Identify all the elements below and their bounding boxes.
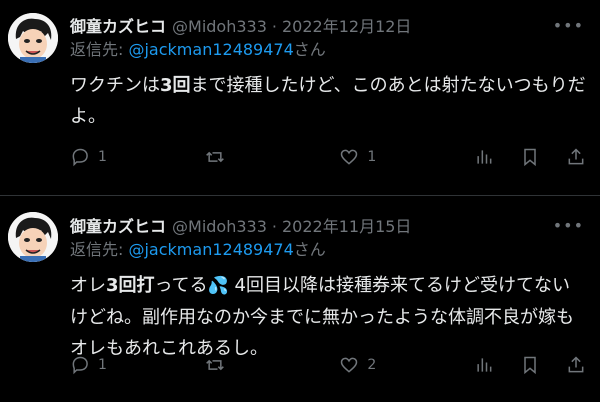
share-button[interactable] (566, 147, 586, 167)
sweat-drops-emoji: 💦 (207, 276, 229, 296)
reply-prefix: 返信先: (70, 240, 129, 259)
retweet-button[interactable] (205, 355, 245, 375)
bookmark-icon (524, 356, 536, 375)
retweet-button[interactable] (205, 147, 245, 167)
share-icon (568, 148, 584, 165)
share-icon (568, 356, 584, 373)
bookmark-button[interactable] (520, 355, 540, 375)
tweet-text-bold: 3回 (160, 75, 191, 96)
avatar[interactable] (8, 212, 58, 262)
action-bar: 1 1 (70, 147, 586, 167)
reply-context: 返信先: @jackman12489474さん (70, 38, 586, 62)
more-icon[interactable]: ••• (553, 216, 584, 235)
separator-dot: · (271, 17, 277, 36)
heart-icon (341, 149, 358, 165)
share-button[interactable] (566, 355, 586, 375)
reply-button[interactable]: 1 (70, 355, 110, 375)
tweet-text-part: ってる (154, 275, 208, 296)
separator-dot: · (271, 217, 277, 236)
like-count: 1 (367, 149, 377, 165)
tweet[interactable]: 御童カズヒコ @Midoh333 · 2022年12月12日 ••• 返信先: … (0, 0, 600, 195)
heart-icon (341, 357, 358, 373)
tweet-text-part: オレ (70, 275, 106, 296)
retweet-icon (205, 151, 224, 163)
tweet-text: オレ3回打ってる💦 4回目以降は接種券来てるけど受けてないけどね。副作用なのか今… (70, 270, 586, 364)
bookmark-icon (524, 148, 536, 167)
like-button[interactable]: 1 (339, 147, 379, 167)
tweet-text: ワクチンは3回まで接種したけど、このあとは射たないつもりだよ。 (70, 70, 586, 132)
views-button[interactable] (474, 147, 494, 167)
tweet-date[interactable]: 2022年11月15日 (282, 216, 411, 238)
like-count: 2 (367, 357, 377, 373)
reply-context: 返信先: @jackman12489474さん (70, 238, 586, 262)
tweet-text-bold: 3回打 (106, 275, 155, 296)
author-handle[interactable]: @Midoh333 (172, 216, 267, 238)
reply-suffix: さん (293, 240, 326, 259)
tweet-text-part: ワクチンは (70, 75, 160, 96)
author-name[interactable]: 御童カズヒコ (70, 216, 166, 238)
avatar[interactable] (8, 13, 58, 63)
reply-suffix: さん (293, 40, 326, 59)
more-icon[interactable]: ••• (553, 16, 584, 35)
views-icon (477, 358, 492, 372)
retweet-icon (205, 359, 224, 371)
reply-icon (72, 356, 88, 375)
avatar-illustration (8, 212, 58, 262)
reply-count: 1 (98, 149, 107, 165)
reply-count: 1 (98, 357, 107, 373)
reply-icon (72, 148, 88, 167)
tweet-date[interactable]: 2022年12月12日 (282, 16, 411, 38)
reply-prefix: 返信先: (70, 40, 129, 59)
reply-button[interactable]: 1 (70, 147, 110, 167)
author-name[interactable]: 御童カズヒコ (70, 16, 166, 38)
views-icon (477, 150, 492, 164)
bookmark-button[interactable] (520, 147, 540, 167)
like-button[interactable]: 2 (339, 355, 379, 375)
author-handle[interactable]: @Midoh333 (172, 16, 267, 38)
action-bar: 1 2 (70, 355, 586, 375)
tweet[interactable]: 御童カズヒコ @Midoh333 · 2022年11月15日 ••• 返信先: … (0, 195, 600, 402)
mention-link[interactable]: @jackman12489474 (128, 40, 293, 59)
mention-link[interactable]: @jackman12489474 (128, 240, 293, 259)
views-button[interactable] (474, 355, 494, 375)
avatar-illustration (8, 13, 58, 63)
